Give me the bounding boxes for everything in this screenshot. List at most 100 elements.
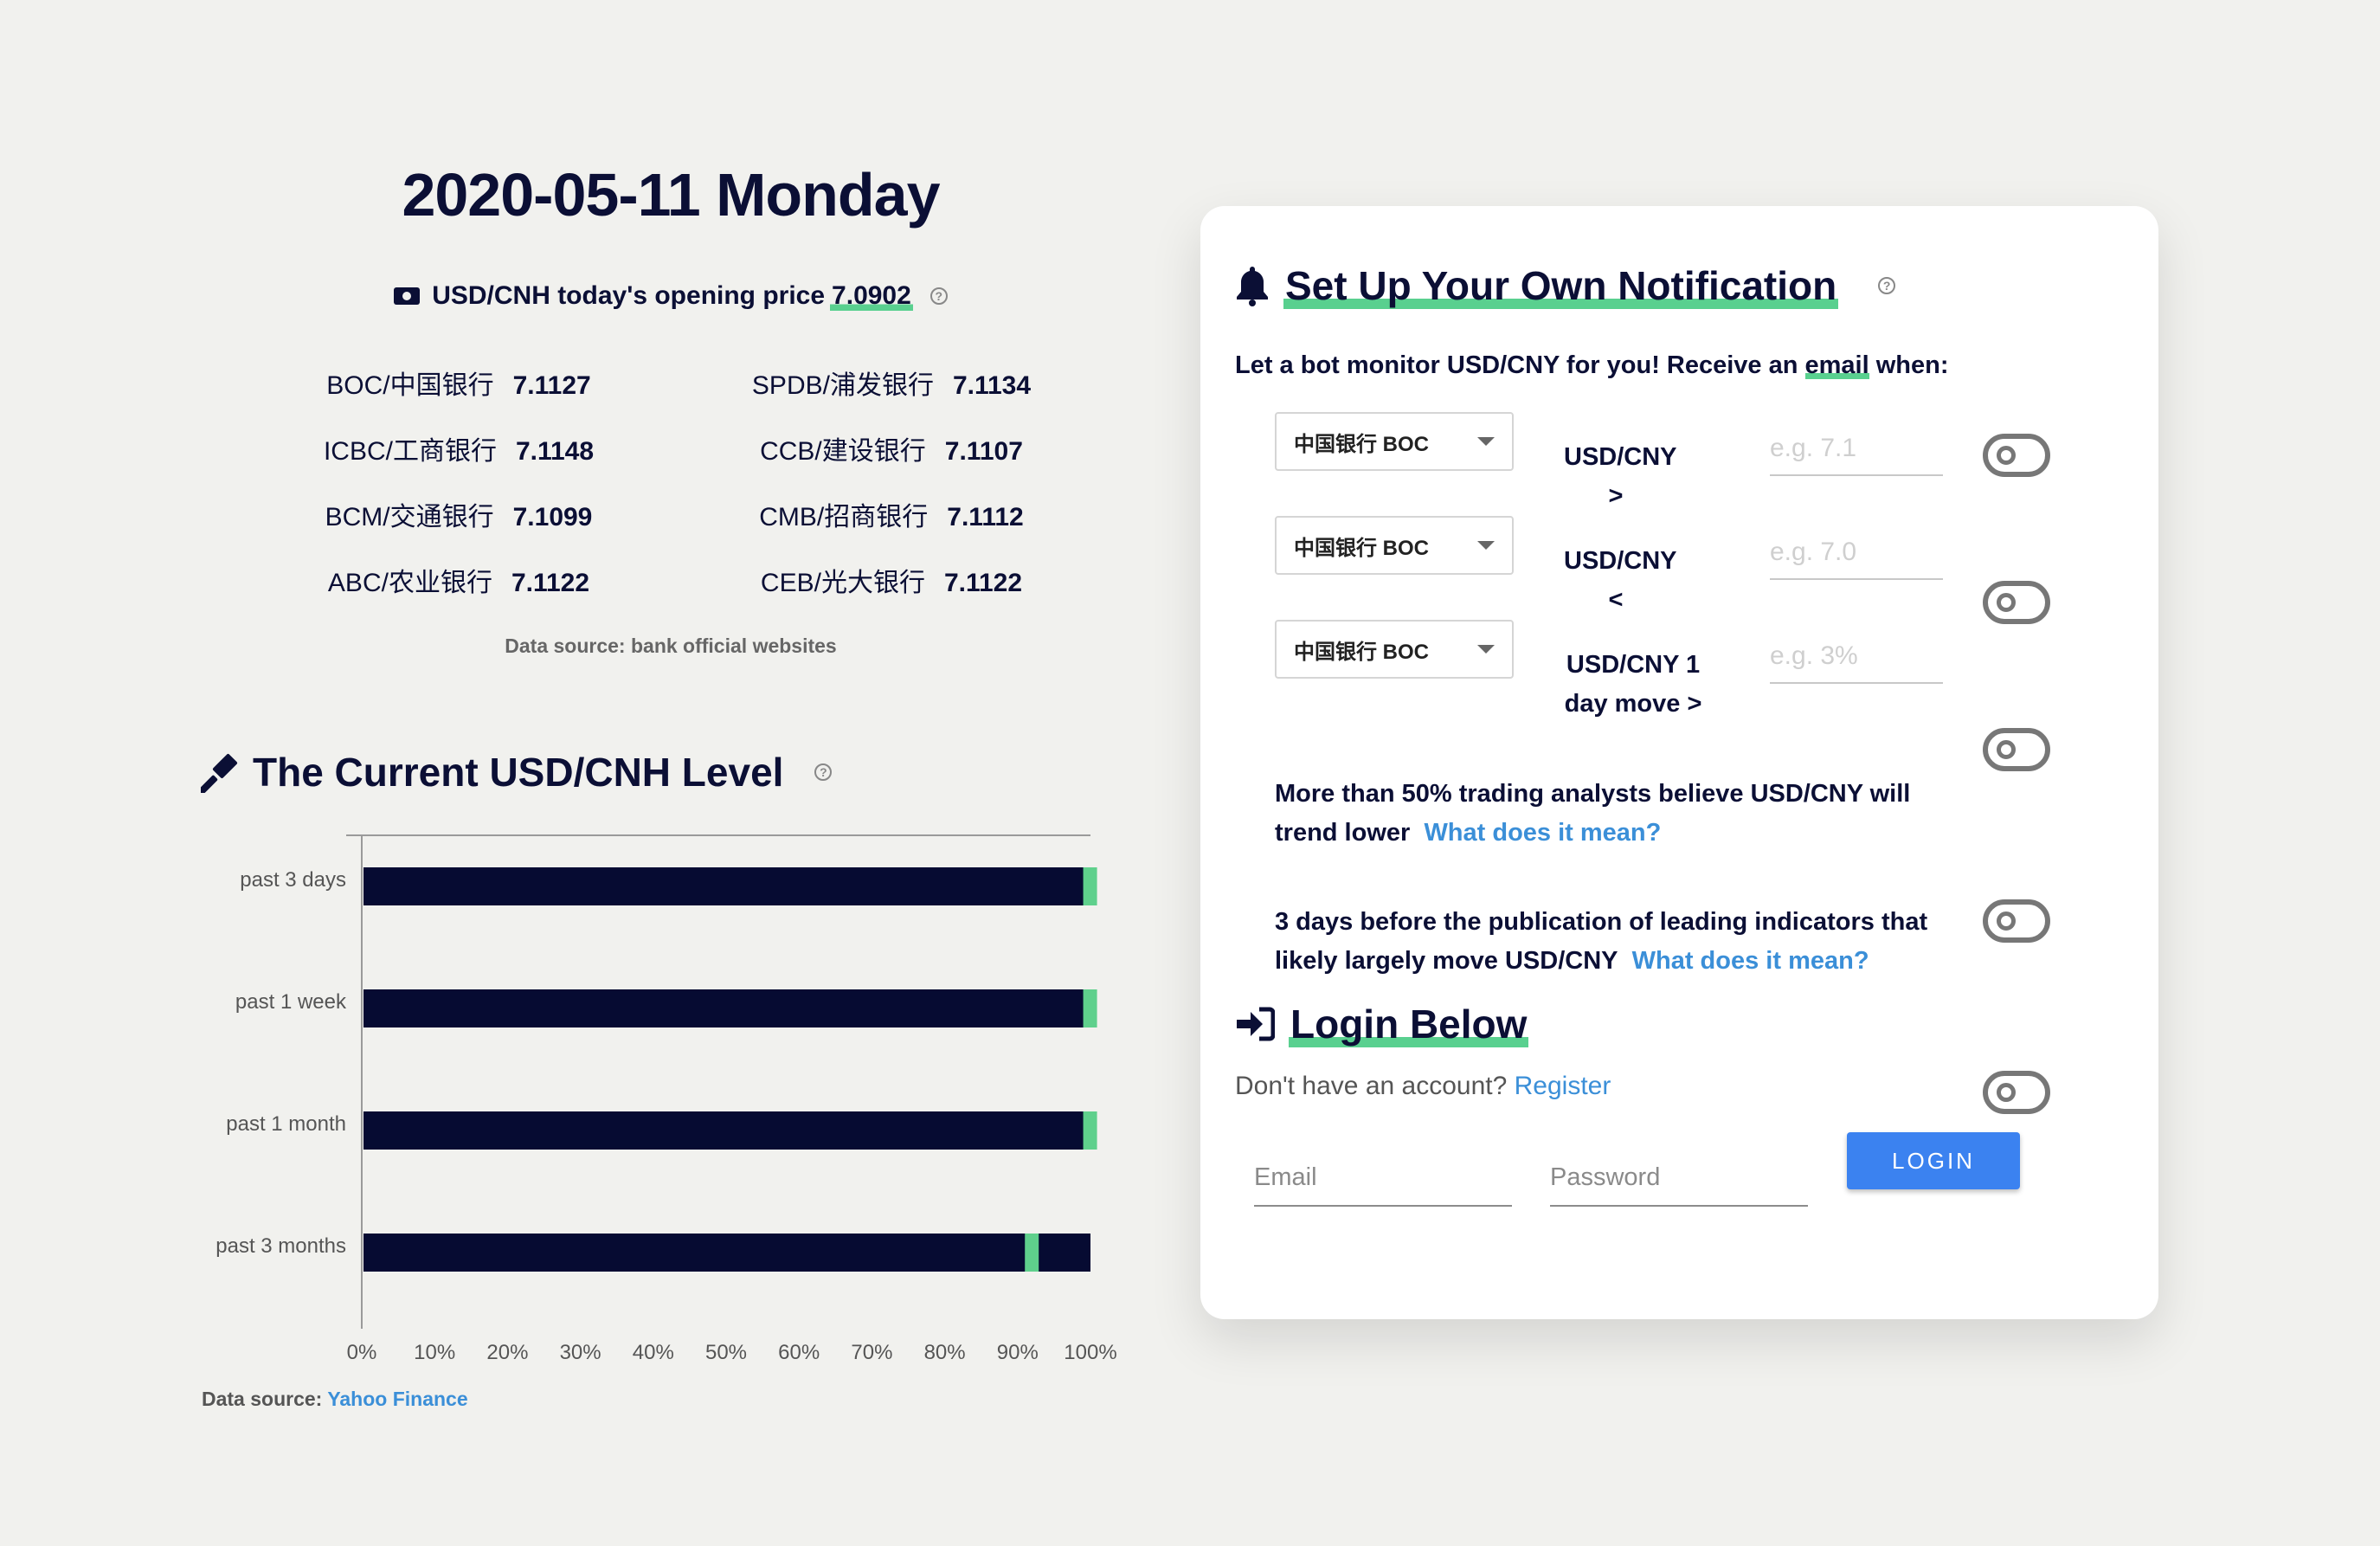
bank-rate-cmb: CMB/招商银行 7.1112 [675, 495, 1108, 531]
bank-name: ABC/农业银行 [327, 569, 492, 597]
bank-rate-abc: ABC/农业银行 7.1122 [242, 561, 675, 597]
rule-toggle[interactable] [1983, 728, 2050, 771]
chart-source-prefix: Data source: [202, 1388, 328, 1410]
notification-card: Set Up Your Own Notification ? Let a bot… [1200, 206, 2158, 1319]
rule-toggle[interactable] [1983, 434, 2050, 477]
analyst-rule-toggle[interactable] [1983, 899, 2050, 943]
opening-price-line: USD/CNH today's opening price 7.0902 ? [286, 281, 1056, 311]
condition-label-line: day move > [1564, 690, 1702, 718]
gavel-icon [201, 753, 238, 793]
email-word: email [1804, 351, 1869, 379]
bank-rate-value: 7.1099 [512, 503, 593, 531]
threshold-input[interactable] [1770, 526, 1943, 580]
x-tick-label: 80% [924, 1341, 966, 1364]
indicator-rule-text: 3 days before the publication of leading… [1275, 903, 1950, 981]
toggle-knob [1997, 911, 2016, 931]
bank-select-value: 中国银行 BOC [1294, 432, 1429, 456]
login-button[interactable]: LOGIN [1847, 1132, 2020, 1189]
what-does-it-mean-link[interactable]: What does it mean? [1632, 947, 1869, 975]
bank-rate-value: 7.1127 [512, 371, 591, 400]
help-icon[interactable]: ? [929, 287, 948, 305]
bell-icon [1237, 267, 1268, 306]
bank-rate-boc: BOC/中国银行 7.1127 [242, 364, 675, 400]
level-marker [1083, 867, 1097, 905]
condition-label-line: USD/CNY 1 [1566, 651, 1701, 679]
bank-name: CMB/招商银行 [759, 503, 929, 531]
help-icon[interactable]: ? [1878, 277, 1896, 294]
bank-data-source: Data source: bank official websites [505, 635, 837, 657]
bank-name: SPDB/浦发银行 [751, 371, 934, 400]
login-title: Login Below [1235, 1001, 1529, 1047]
help-icon[interactable]: ? [814, 763, 833, 781]
register-prompt: Don't have an account? Register [1235, 1072, 1611, 1101]
bank-rate-bcm: BCM/交通银行 7.1099 [242, 495, 675, 531]
category-label: past 1 month [226, 1112, 346, 1136]
threshold-input[interactable] [1770, 630, 1943, 684]
bank-rate-value: 7.1148 [515, 437, 595, 466]
bank-rate-ccb: CCB/建设银行 7.1107 [675, 429, 1108, 466]
what-does-it-mean-link[interactable]: What does it mean? [1424, 819, 1661, 847]
chart-data-source: Data source: Yahoo Finance [202, 1388, 468, 1411]
bank-select-value: 中国银行 BOC [1294, 536, 1429, 560]
x-tick-label: 10% [414, 1341, 455, 1364]
x-tick-label: 40% [633, 1341, 674, 1364]
chevron-down-icon [1477, 645, 1495, 654]
level-marker [1083, 989, 1097, 1027]
bank-rates-grid: BOC/中国银行 7.1127 SPDB/浦发银行 7.1134 ICBC/工商… [242, 364, 1108, 597]
bank-select[interactable]: 中国银行 BOC [1275, 620, 1514, 679]
notification-title: Set Up Your Own Notification ? [1235, 262, 1896, 309]
x-tick-label: 0% [347, 1341, 377, 1364]
x-tick-label: 70% [851, 1341, 892, 1364]
category-label: past 1 week [235, 990, 347, 1014]
toggle-knob [1997, 446, 2016, 465]
category-label: past 3 days [240, 868, 346, 892]
x-tick-label: 60% [778, 1341, 820, 1364]
level-marker [1025, 1234, 1039, 1272]
threshold-input[interactable] [1770, 422, 1943, 476]
bank-name: CEB/光大银行 [760, 569, 925, 597]
indicator-rule-toggle[interactable] [1983, 1071, 2050, 1114]
x-tick-label: 20% [486, 1341, 528, 1364]
chevron-down-icon [1477, 437, 1495, 446]
opening-price-label: USD/CNH today's opening price [432, 281, 826, 310]
notification-title-text: Set Up Your Own Notification [1283, 262, 1839, 309]
bank-select-value: 中国银行 BOC [1294, 640, 1429, 664]
sign-in-icon [1237, 1007, 1275, 1041]
bank-rate-spdb: SPDB/浦发银行 7.1134 [675, 364, 1108, 400]
subtitle-text: Let a bot monitor USD/CNY for you! Recei… [1235, 351, 1805, 379]
bank-select[interactable]: 中国银行 BOC [1275, 412, 1514, 471]
bank-select[interactable]: 中国银行 BOC [1275, 516, 1514, 575]
bank-rate-value: 7.1112 [947, 503, 1024, 531]
money-icon [394, 287, 421, 305]
level-section-title: The Current USD/CNH Level ? [201, 749, 833, 796]
toggle-knob [1997, 593, 2016, 612]
yahoo-finance-link[interactable]: Yahoo Finance [327, 1388, 467, 1410]
opening-price-value: 7.0902 [830, 281, 913, 311]
toggle-knob [1997, 1083, 2016, 1102]
level-bar [363, 1234, 1090, 1272]
level-bar [363, 989, 1090, 1027]
bank-name: BCM/交通银行 [325, 503, 494, 531]
bank-rate-value: 7.1107 [944, 437, 1023, 466]
login-title-text: Login Below [1289, 1001, 1529, 1047]
bank-rate-value: 7.1122 [511, 569, 590, 597]
no-account-text: Don't have an account? [1235, 1072, 1508, 1100]
register-link[interactable]: Register [1515, 1072, 1611, 1100]
level-title-text: The Current USD/CNH Level [253, 750, 784, 795]
x-tick-label: 30% [560, 1341, 601, 1364]
rule-toggle[interactable] [1983, 581, 2050, 624]
analyst-rule-text: More than 50% trading analysts believe U… [1275, 775, 1950, 853]
x-tick-label: 90% [997, 1341, 1039, 1364]
level-bar [363, 1111, 1090, 1150]
condition-label: USD/CNY 1 day move > [1564, 646, 1702, 724]
bank-rate-ceb: CEB/光大银行 7.1122 [675, 561, 1108, 597]
notification-subtitle: Let a bot monitor USD/CNY for you! Recei… [1235, 351, 1949, 380]
level-chart: past 3 days past 1 week past 1 month past 3… [215, 834, 1117, 1364]
toggle-knob [1997, 740, 2016, 759]
email-field[interactable] [1254, 1150, 1512, 1207]
x-tick-label: 100% [1064, 1341, 1116, 1364]
bank-name: BOC/中国银行 [326, 371, 494, 400]
password-field[interactable] [1550, 1150, 1808, 1207]
condition-label: USD/CNY > [1564, 443, 1677, 510]
x-tick-label: 50% [705, 1341, 747, 1364]
